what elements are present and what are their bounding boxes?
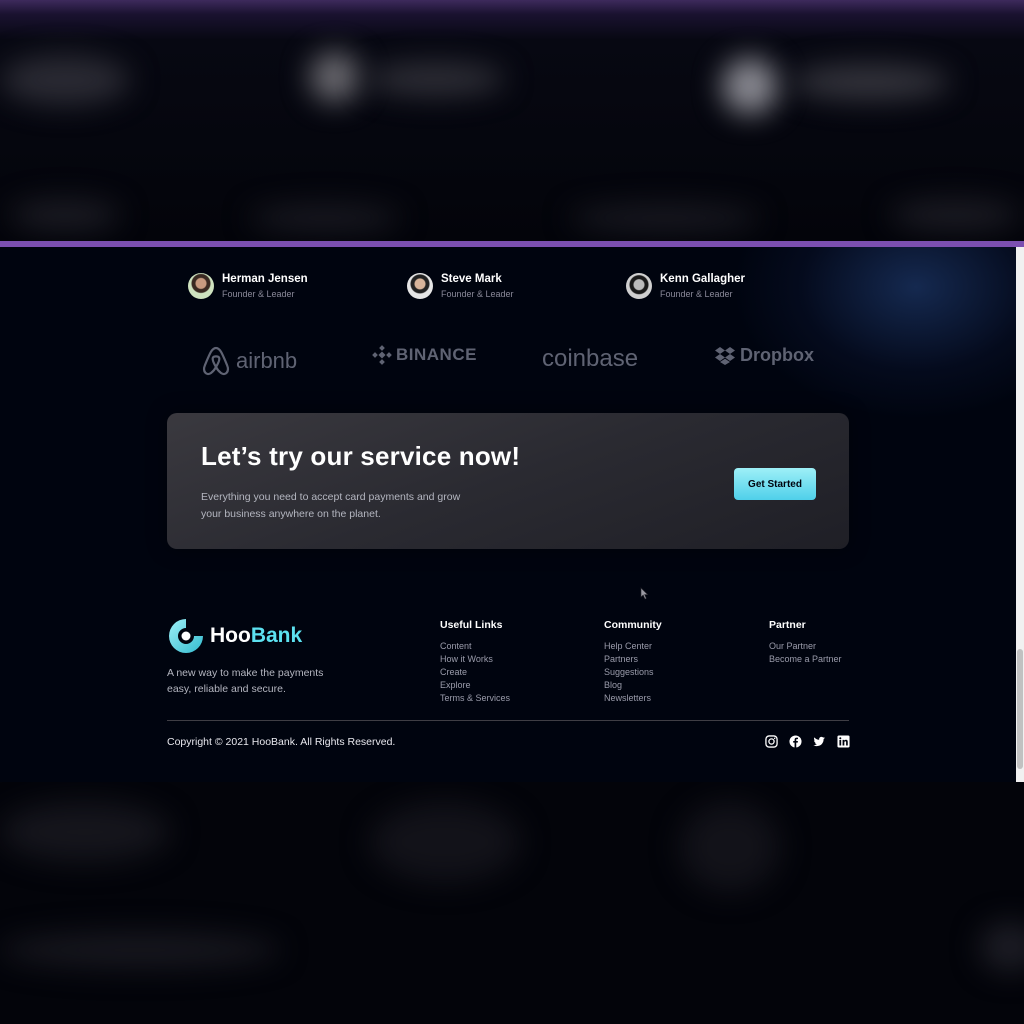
footer-link[interactable]: Terms & Services <box>440 692 510 705</box>
footer-column-title: Useful Links <box>440 619 503 631</box>
footer-link[interactable]: Partners <box>604 653 662 666</box>
footer-link[interactable]: Our Partner <box>769 640 842 653</box>
footer-link[interactable]: Suggestions <box>604 666 662 679</box>
footer-column-useful-links: Useful Links Content How it Works Create… <box>440 619 510 705</box>
author-name: Herman Jensen <box>222 273 308 285</box>
facebook-icon[interactable] <box>789 735 802 748</box>
author-name: Kenn Gallagher <box>660 273 745 285</box>
client-name: airbnb <box>236 348 298 373</box>
client-name: coinbase <box>542 345 639 372</box>
dropbox-icon <box>715 346 735 365</box>
footer-link[interactable]: Content <box>440 640 510 653</box>
avatar <box>188 273 214 299</box>
client-name: BINANCE <box>396 345 477 364</box>
author-role: Founder & Leader <box>222 289 295 299</box>
client-logo-coinbase: coinbase <box>542 345 638 373</box>
footer-link[interactable]: Create <box>440 666 510 679</box>
client-logo-binance: BINANCE <box>372 345 477 365</box>
footer-column-title: Partner <box>769 619 806 631</box>
testimonial-author: Kenn Gallagher Founder & Leader <box>626 272 745 300</box>
twitter-icon[interactable] <box>813 735 826 748</box>
testimonial-author: Herman Jensen Founder & Leader <box>188 272 308 300</box>
background-glow <box>736 247 1016 417</box>
blurred-background-top <box>0 0 1024 242</box>
footer-divider <box>167 720 849 721</box>
footer-link[interactable]: Become a Partner <box>769 653 842 666</box>
footer-link[interactable]: Explore <box>440 679 510 692</box>
copyright-text: Copyright © 2021 HooBank. All Rights Res… <box>167 736 396 748</box>
footer-column-title: Community <box>604 619 662 631</box>
author-name: Steve Mark <box>441 273 502 285</box>
footer-tagline: A new way to make the payments easy, rel… <box>167 667 324 695</box>
footer-link[interactable]: Help Center <box>604 640 662 653</box>
cta-title: Let’s try our service now! <box>201 441 521 471</box>
testimonial-author: Steve Mark Founder & Leader <box>407 272 514 300</box>
vertical-scrollbar[interactable] <box>1016 247 1024 782</box>
client-logo-dropbox: Dropbox <box>714 345 814 366</box>
author-role: Founder & Leader <box>660 289 733 299</box>
cta-description: Everything you need to accept card payme… <box>201 491 461 520</box>
hoobank-logo-icon <box>169 619 203 653</box>
binance-icon <box>372 345 392 365</box>
footer-link[interactable]: Blog <box>604 679 662 692</box>
cta-card: Let’s try our service now! Everything yo… <box>167 413 849 549</box>
footer-link[interactable]: Newsletters <box>604 692 662 705</box>
client-logo-airbnb: airbnb <box>201 345 297 377</box>
get-started-button[interactable]: Get Started <box>734 468 816 500</box>
author-role: Founder & Leader <box>441 289 514 299</box>
avatar <box>407 273 433 299</box>
scrollbar-thumb[interactable] <box>1017 649 1023 769</box>
brand-name: HooBank <box>210 624 303 647</box>
social-links <box>765 735 850 748</box>
footer-link[interactable]: How it Works <box>440 653 510 666</box>
client-name: Dropbox <box>740 345 814 365</box>
linkedin-icon[interactable] <box>837 735 850 748</box>
instagram-icon[interactable] <box>765 735 778 748</box>
airbnb-icon <box>203 346 229 376</box>
page-viewport: Herman Jensen Founder & Leader Steve Mar… <box>0 247 1016 782</box>
blurred-background-bottom <box>0 782 1024 1024</box>
footer-column-partner: Partner Our Partner Become a Partner <box>769 619 842 666</box>
footer-brand[interactable]: HooBank <box>167 617 302 655</box>
mouse-cursor-icon <box>640 587 649 600</box>
avatar <box>626 273 652 299</box>
footer-column-community: Community Help Center Partners Suggestio… <box>604 619 662 705</box>
